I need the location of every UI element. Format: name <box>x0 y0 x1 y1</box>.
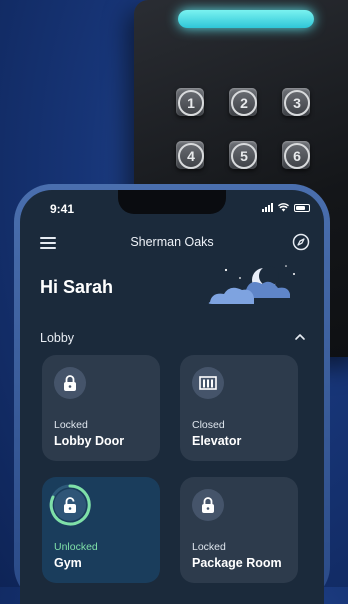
device-card-lobby-door[interactable]: Locked Lobby Door <box>42 355 160 461</box>
unlock-icon <box>54 489 86 521</box>
keypad-key-5: 5 <box>229 141 257 169</box>
phone-notch <box>118 190 226 214</box>
keypad-key-3: 3 <box>282 88 310 116</box>
compass-icon[interactable] <box>292 233 310 251</box>
keypad-key-2: 2 <box>229 88 257 116</box>
phone-frame: 9:41 Sherman Oaks Hi Sarah Lobby Locked … <box>14 184 330 604</box>
device-name: Package Room <box>192 556 282 570</box>
device-name: Lobby Door <box>54 434 125 448</box>
chevron-up-icon[interactable] <box>294 331 306 343</box>
status-icons <box>262 203 310 212</box>
battery-icon <box>294 203 310 212</box>
wifi-icon <box>278 203 289 212</box>
lock-icon <box>54 367 86 399</box>
device-name: Gym <box>54 556 82 570</box>
lock-icon <box>192 489 224 521</box>
device-status: Locked <box>192 541 226 553</box>
greeting-heading: Hi Sarah <box>40 277 114 297</box>
app-screen: 9:41 Sherman Oaks Hi Sarah Lobby Locked … <box>20 190 324 604</box>
device-status: Locked <box>54 419 88 431</box>
device-status: Closed <box>192 419 225 431</box>
keypad-key-6: 6 <box>282 141 310 169</box>
moon-cloud-icon <box>208 265 295 304</box>
device-card-elevator[interactable]: Closed Elevator <box>180 355 298 461</box>
keypad-key-4: 4 <box>176 141 204 169</box>
device-card-gym[interactable]: Unlocked Gym <box>42 477 160 583</box>
device-status: Unlocked <box>54 541 98 553</box>
keypad-key-1: 1 <box>176 88 204 116</box>
keypad-led-indicator <box>178 10 314 28</box>
device-name: Elevator <box>192 434 242 448</box>
signal-icon <box>262 203 273 212</box>
section-title-lobby[interactable]: Lobby <box>40 331 74 345</box>
location-title[interactable]: Sherman Oaks <box>20 235 324 249</box>
device-card-package-room[interactable]: Locked Package Room <box>180 477 298 583</box>
elevator-icon <box>192 367 224 399</box>
status-time: 9:41 <box>50 202 75 216</box>
